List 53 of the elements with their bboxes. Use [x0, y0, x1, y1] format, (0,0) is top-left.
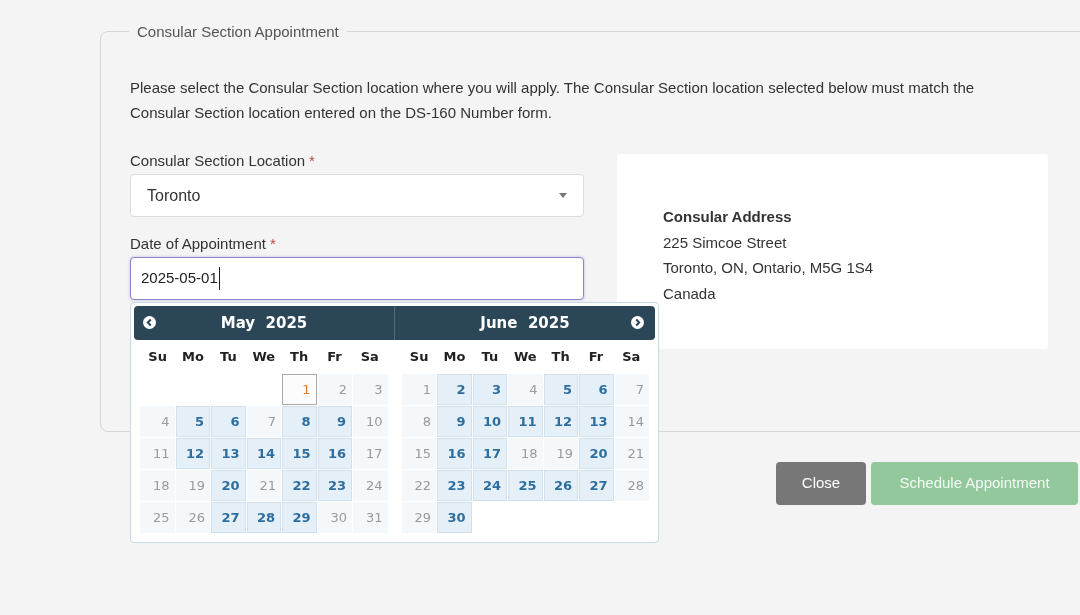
required-mark: *: [269, 234, 276, 254]
unavailable-date: 18: [508, 438, 543, 469]
address-line: 225 Simcoe Street: [663, 232, 788, 253]
weekday-header: Th: [550, 348, 571, 367]
unavailable-date: 15: [401, 438, 436, 469]
unavailable-date: 7: [246, 406, 281, 437]
unavailable-date: 4: [508, 374, 543, 405]
unavailable-date: 2: [317, 374, 352, 405]
weekday-header: Su: [147, 348, 168, 367]
unavailable-date: 30: [317, 502, 352, 533]
unavailable-date: 21: [614, 438, 649, 469]
weekday-header: Tu: [219, 348, 238, 367]
unavailable-date: 18: [140, 470, 175, 501]
address-line: Canada: [663, 283, 717, 304]
unavailable-date: 7: [614, 374, 649, 405]
unavailable-date: 22: [401, 470, 436, 501]
instructions-text: Please select the Consular Section location where you will apply. The Consular Section location selected below must match the Consular Section location entered on the DS-160 Number form.: [130, 78, 976, 123]
unavailable-date: 21: [246, 470, 281, 501]
unavailable-date: 29: [401, 502, 436, 533]
unavailable-date: 14: [614, 406, 649, 437]
weekday-header: Su: [408, 348, 430, 367]
location-label: Consular Section Location: [130, 151, 306, 171]
unavailable-date: 26: [175, 502, 210, 533]
weekday-header: Fr: [587, 348, 605, 367]
unavailable-date: 8: [401, 406, 436, 437]
unavailable-date: 28: [614, 470, 649, 501]
weekday-header: Sa: [621, 348, 642, 367]
month-title: May 2025: [220, 312, 308, 334]
unavailable-date: 1: [401, 374, 436, 405]
address-line: Toronto, ON, Ontario, M5G 1S4: [663, 258, 875, 278]
unavailable-date: 10: [353, 406, 388, 437]
unavailable-date: 24: [353, 470, 388, 501]
date-label: Date of Appointment: [130, 234, 266, 254]
month-title: June 2025: [480, 312, 570, 334]
weekday-header: Sa: [359, 348, 380, 367]
unavailable-date: 31: [353, 502, 388, 533]
unavailable-date: 17: [353, 438, 388, 469]
weekday-header: Mo: [442, 348, 467, 367]
weekday-header: We: [251, 348, 277, 367]
required-mark: *: [309, 151, 315, 171]
weekday-header: Fr: [326, 348, 343, 367]
unavailable-date: 3: [353, 374, 388, 405]
unavailable-date: 11: [140, 438, 175, 469]
weekday-header: Tu: [480, 348, 500, 367]
unavailable-date: 19: [175, 470, 210, 501]
unavailable-date: 25: [140, 502, 175, 533]
weekday-header: We: [512, 348, 538, 367]
unavailable-date: 4: [140, 406, 175, 437]
address-title: Consular Address: [663, 207, 793, 227]
weekday-header: Mo: [181, 348, 205, 367]
weekday-header: Th: [289, 348, 310, 367]
unavailable-date: 1: [282, 374, 317, 405]
unavailable-date: 19: [543, 438, 578, 469]
